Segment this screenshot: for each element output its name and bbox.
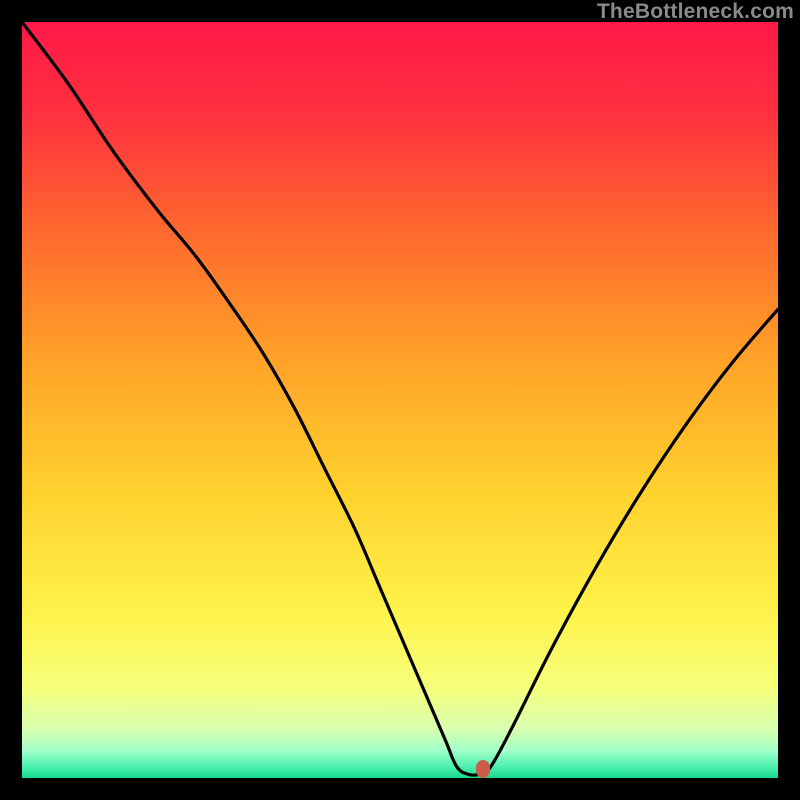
plot-area [22, 22, 778, 778]
watermark-text: TheBottleneck.com [597, 0, 794, 24]
background-gradient [22, 22, 778, 778]
optimal-point-marker [476, 760, 490, 778]
chart-frame: TheBottleneck.com [0, 0, 800, 800]
